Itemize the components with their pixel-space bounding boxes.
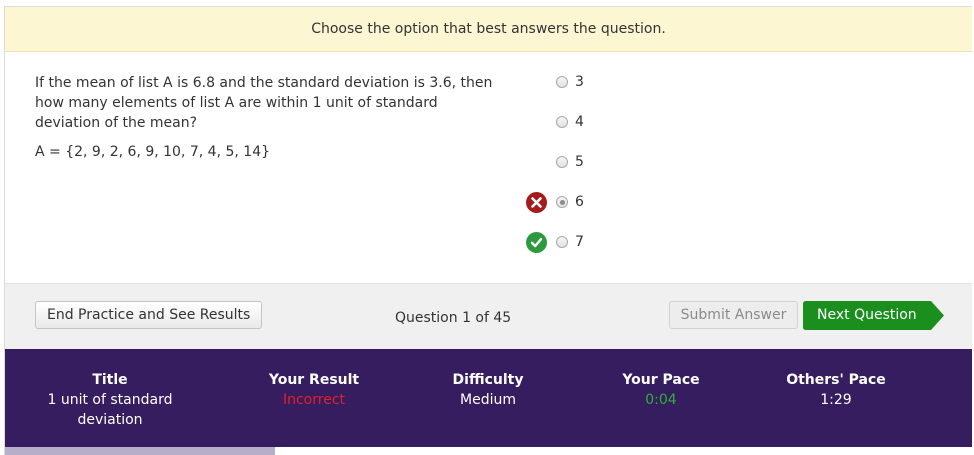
question-text: If the mean of list A is 6.8 and the sta… <box>35 75 493 131</box>
bottom-tab-strip <box>5 447 275 455</box>
stat-value: 1:29 <box>820 392 852 408</box>
stat-label: Title <box>92 372 128 388</box>
stat-label: Your Result <box>268 372 360 388</box>
x-circle-icon <box>526 192 547 213</box>
radio-button-selected[interactable] <box>556 196 568 208</box>
instruction-text: Choose the option that best answers the … <box>311 21 666 37</box>
submit-answer-button[interactable]: Submit Answer <box>669 301 798 329</box>
radio-button[interactable] <box>556 76 568 88</box>
answer-option-5[interactable]: 7 <box>556 232 584 252</box>
question-counter: Question 1 of 45 <box>395 310 512 326</box>
question-panel: If the mean of list A is 6.8 and the sta… <box>5 52 972 283</box>
stat-value: Medium <box>460 392 516 408</box>
stat-title: Title 1 unit of standard deviation <box>10 370 210 430</box>
stat-label: Your Pace <box>622 372 700 388</box>
stat-value: Incorrect <box>282 392 346 408</box>
answer-option-label: 5 <box>575 154 584 170</box>
answer-option-label: 6 <box>575 194 584 210</box>
question-stats-bar: Title 1 unit of standard deviation Your … <box>5 349 972 447</box>
stat-label: Others' Pace <box>786 372 886 388</box>
radio-button[interactable] <box>556 236 568 248</box>
stat-label: Difficulty <box>452 372 524 388</box>
bottom-area <box>275 447 972 455</box>
stat-others-pace: Others' Pace 1:29 <box>766 370 906 410</box>
radio-button[interactable] <box>556 156 568 168</box>
next-question-label: Next Question <box>817 307 917 323</box>
instruction-banner: Choose the option that best answers the … <box>5 7 972 52</box>
answer-option-1[interactable]: 3 <box>556 72 584 92</box>
end-practice-button[interactable]: End Practice and See Results <box>35 301 263 329</box>
stat-value: 0:04 <box>645 392 677 408</box>
stat-your-pace: Your Pace 0:04 <box>591 370 731 410</box>
answer-option-3[interactable]: 5 <box>556 152 584 172</box>
radio-button[interactable] <box>556 116 568 128</box>
answer-option-label: 3 <box>575 74 584 90</box>
stat-difficulty: Difficulty Medium <box>418 370 558 410</box>
answer-option-label: 7 <box>575 234 584 250</box>
check-circle-icon <box>526 232 547 253</box>
next-question-button[interactable]: Next Question <box>803 301 945 330</box>
answer-option-2[interactable]: 4 <box>556 112 584 132</box>
answer-option-label: 4 <box>575 114 584 130</box>
stat-value: 1 unit of standard deviation <box>47 392 173 428</box>
answer-option-4[interactable]: 6 <box>556 192 584 212</box>
question-list-definition: A = {2, 9, 2, 6, 9, 10, 7, 4, 5, 14} <box>35 144 271 160</box>
stat-result: Your Result Incorrect <box>234 370 394 410</box>
navigation-toolbar: End Practice and See Results Question 1 … <box>5 283 972 349</box>
